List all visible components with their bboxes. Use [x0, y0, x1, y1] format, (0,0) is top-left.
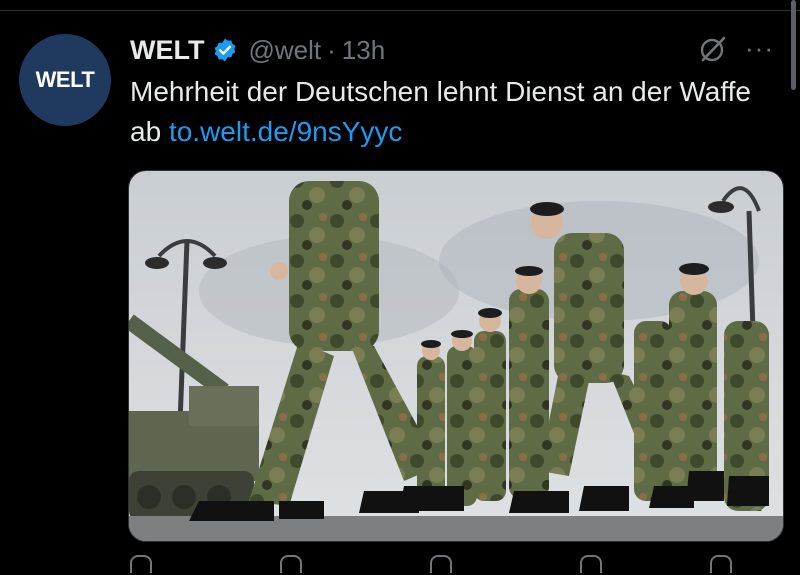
- heart-icon: [430, 555, 452, 573]
- timestamp[interactable]: 13h: [342, 35, 385, 66]
- display-name[interactable]: WELT: [130, 35, 204, 66]
- tweet-header: WELT @welt · 13h: [130, 33, 385, 67]
- grok-icon[interactable]: [697, 33, 729, 65]
- bookmark-icon: [710, 555, 732, 573]
- divider: [0, 10, 800, 11]
- tweet-text: Mehrheit der Deutschen lehnt Dienst an d…: [130, 72, 780, 152]
- avatar-logo: WELT: [35, 67, 95, 92]
- soldiers-photo: [129, 171, 783, 541]
- retweet-icon: [280, 555, 302, 573]
- separator: ·: [327, 34, 336, 65]
- avatar[interactable]: WELT: [19, 34, 111, 126]
- scrollbar[interactable]: [791, 0, 796, 90]
- tweet-link[interactable]: to.welt.de/9nsYyyc: [169, 116, 402, 147]
- verified-badge-icon: [215, 38, 236, 62]
- more-icon[interactable]: ···: [745, 34, 774, 62]
- handle[interactable]: @welt: [248, 35, 321, 66]
- views-icon: [580, 555, 602, 573]
- tweet-media[interactable]: [128, 170, 784, 542]
- reply-icon: [130, 555, 152, 573]
- tweet-actions: [130, 555, 780, 575]
